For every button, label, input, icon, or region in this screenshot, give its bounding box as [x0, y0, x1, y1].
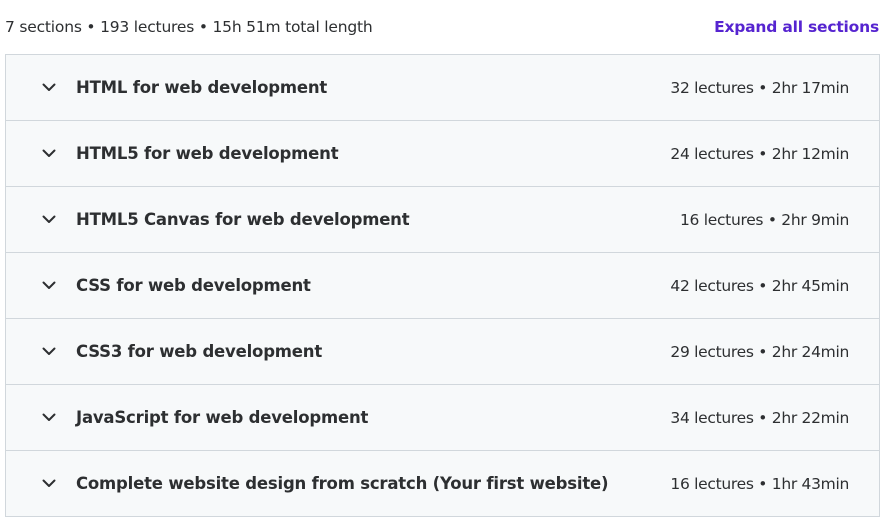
- section-header-html[interactable]: HTML for web development 32 lectures • 2…: [6, 55, 879, 121]
- section-left: JavaScript for web development: [41, 408, 368, 427]
- section-meta: 42 lectures • 2hr 45min: [670, 276, 849, 295]
- section-meta: 32 lectures • 2hr 17min: [670, 78, 849, 97]
- curriculum-summary: 7 sections • 193 lectures • 15h 51m tota…: [5, 18, 373, 36]
- section-left: HTML5 Canvas for web development: [41, 210, 410, 229]
- section-left: HTML for web development: [41, 78, 327, 97]
- section-meta: 34 lectures • 2hr 22min: [670, 408, 849, 427]
- section-header-html5[interactable]: HTML5 for web development 24 lectures • …: [6, 121, 879, 187]
- section-header-css[interactable]: CSS for web development 42 lectures • 2h…: [6, 253, 879, 319]
- expand-all-sections-button[interactable]: Expand all sections: [714, 18, 879, 36]
- section-title: JavaScript for web development: [76, 408, 369, 427]
- chevron-down-icon: [41, 278, 57, 294]
- chevron-down-icon: [41, 410, 57, 426]
- section-title: Complete website design from scratch (Yo…: [76, 474, 609, 493]
- curriculum-section-list: HTML for web development 32 lectures • 2…: [5, 54, 880, 517]
- section-title: HTML5 Canvas for web development: [76, 210, 410, 229]
- section-meta: 29 lectures • 2hr 24min: [670, 342, 849, 361]
- section-meta: 16 lectures • 1hr 43min: [670, 474, 849, 493]
- section-left: HTML5 for web development: [41, 144, 339, 163]
- section-left: CSS for web development: [41, 276, 311, 295]
- chevron-down-icon: [41, 344, 57, 360]
- section-left: Complete website design from scratch (Yo…: [41, 474, 609, 493]
- section-meta: 16 lectures • 2hr 9min: [679, 210, 849, 229]
- section-left: CSS3 for web development: [41, 342, 322, 361]
- chevron-down-icon: [41, 146, 57, 162]
- section-title: CSS for web development: [76, 276, 311, 295]
- section-header-css3[interactable]: CSS3 for web development 29 lectures • 2…: [6, 319, 879, 385]
- chevron-down-icon: [41, 212, 57, 228]
- curriculum-summary-bar: 7 sections • 193 lectures • 15h 51m tota…: [0, 0, 884, 54]
- section-title: HTML for web development: [76, 78, 328, 97]
- section-header-website-design[interactable]: Complete website design from scratch (Yo…: [6, 451, 879, 517]
- section-title: CSS3 for web development: [76, 342, 323, 361]
- section-title: HTML5 for web development: [76, 144, 339, 163]
- section-meta: 24 lectures • 2hr 12min: [670, 144, 849, 163]
- chevron-down-icon: [41, 476, 57, 492]
- section-header-javascript[interactable]: JavaScript for web development 34 lectur…: [6, 385, 879, 451]
- chevron-down-icon: [41, 80, 57, 96]
- section-header-html5-canvas[interactable]: HTML5 Canvas for web development 16 lect…: [6, 187, 879, 253]
